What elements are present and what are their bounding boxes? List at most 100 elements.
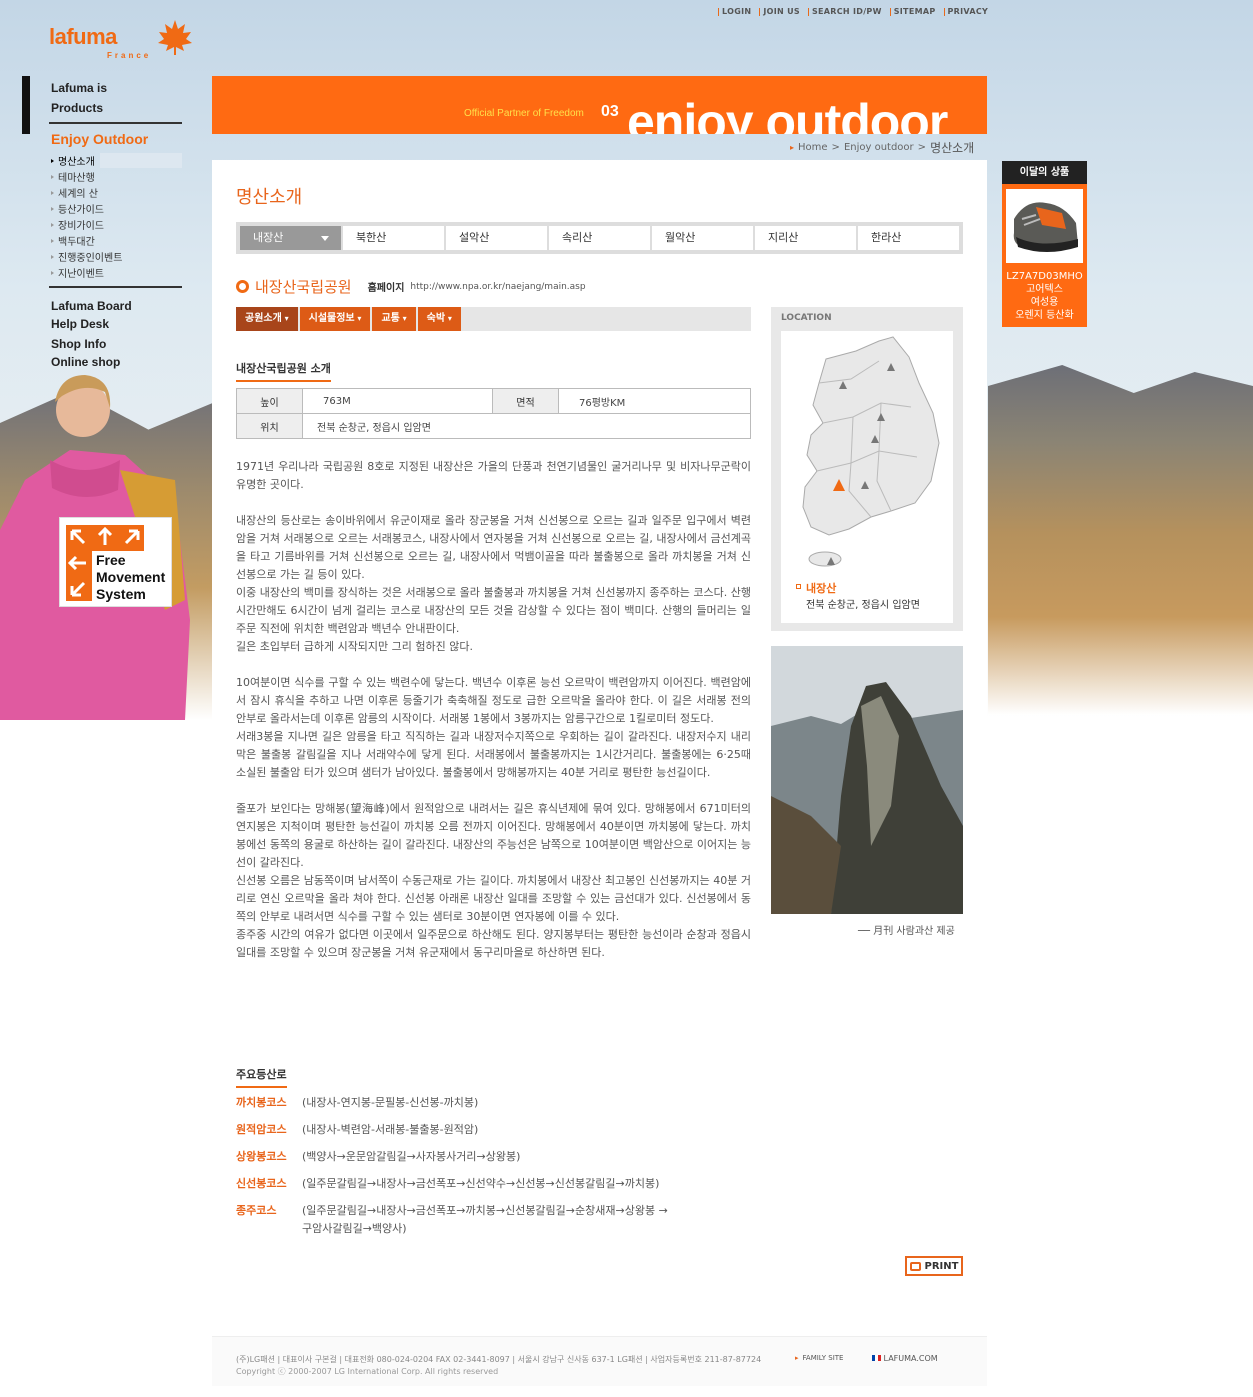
fms-line: Movement — [96, 569, 166, 585]
sitemap-link[interactable]: SITEMAP — [890, 7, 936, 16]
location-address: 전북 순창군, 정읍시 입암면 — [806, 600, 920, 611]
park-name: 내장산국립공원 — [255, 278, 352, 296]
bullet-icon — [51, 158, 54, 163]
paragraph: 10여분이면 식수를 구할 수 있는 백련수에 닿는다. 백년수 이후론 능선 … — [236, 676, 751, 779]
route-name: 신선봉코스 — [236, 1177, 287, 1190]
subnav-label: 테마산행 — [58, 173, 95, 184]
circle-bullet-icon — [236, 280, 249, 293]
search-id-link[interactable]: SEARCH ID/PW — [808, 7, 882, 16]
top-utility-nav: LOGIN JOIN US SEARCH ID/PW SITEMAP PRIVA… — [718, 7, 988, 16]
footer: (주)LG패션 | 대표이사 구본걸 | 대표전화 080-024-0204 F… — [212, 1336, 987, 1386]
route-path: (내장사-벽련암-서래봉-불출봉-원적암) — [302, 1123, 479, 1136]
arrow-icon: ▸ — [795, 1354, 799, 1362]
caption-text: 月刊 사람과산 제공 — [873, 926, 955, 937]
area-value: 76평방KM — [558, 388, 751, 414]
subnav-world-mountains[interactable]: 세계의 산 — [51, 185, 182, 200]
tab-seoraksan[interactable]: 설악산 — [446, 226, 547, 250]
month-code: LZ7A7D03MHO — [1006, 271, 1083, 282]
breadcrumb-sep: > — [831, 142, 840, 153]
subnav-theme-hiking[interactable]: 테마산행 — [51, 169, 182, 184]
tab-jirisan[interactable]: 지리산 — [755, 226, 856, 250]
breadcrumb-arrow-icon: ▸ — [790, 143, 795, 152]
nav-shop-info[interactable]: Shop Info — [51, 337, 106, 351]
subtab-park-intro[interactable]: 공원소개 — [236, 307, 298, 331]
print-button[interactable]: PRINT — [905, 1256, 963, 1276]
breadcrumb-sep: > — [917, 142, 927, 153]
nav-lafuma-board[interactable]: Lafuma Board — [51, 299, 132, 313]
tab-bukhansan[interactable]: 북한산 — [343, 226, 444, 250]
location-name: 내장산 — [806, 582, 837, 595]
route-name: 종주코스 — [236, 1204, 277, 1217]
subnav-gear-guide[interactable]: 장비가이드 — [51, 217, 182, 232]
location-marker-icon — [796, 584, 801, 589]
route-path: (백양사→운문암갈림길→사자봉사거리→상왕봉) — [302, 1150, 521, 1163]
subnav-label: 등산가이드 — [58, 205, 104, 216]
french-flag-icon — [872, 1355, 881, 1361]
breadcrumb-enjoy[interactable]: Enjoy outdoor — [844, 142, 914, 153]
mountain-ridge-photo — [771, 646, 963, 914]
month-line: 고어텍스 — [1026, 284, 1063, 295]
subtab-lodging[interactable]: 숙박 — [417, 307, 461, 331]
subnav-label: 진행중인이벤트 — [58, 253, 123, 264]
homepage-label: 홈페이지 — [367, 283, 405, 294]
homepage-link[interactable]: http://www.npa.or.kr/naejang/main.asp — [410, 282, 585, 292]
tab-naejangsan[interactable]: 내장산 — [240, 226, 341, 250]
route-list: 까치봉코스 (내장사-연지봉-문필봉-신선봉-까치봉) 원적암코스 (내장사-벽련암… — [236, 1094, 751, 1247]
route-item: 종주코스 (일주문갈림길→내장사→금선폭포→까치봉→신선봉갈림길→순창새재→상왕봉… — [236, 1202, 751, 1238]
banner-number: 03 — [601, 103, 619, 120]
product-of-month[interactable]: 이달의 상품 LZ7A7D03MHO 고어텍스 여성용 오렌지 등산화 — [1002, 161, 1087, 327]
nav-lafuma-is[interactable]: Lafuma is — [51, 81, 107, 95]
tab-woraksan[interactable]: 월악산 — [652, 226, 753, 250]
bullet-icon — [51, 190, 54, 195]
nav-help-desk[interactable]: Help Desk — [51, 317, 109, 331]
banner-tagline: Official Partner of Freedom — [464, 108, 584, 119]
breadcrumb-home[interactable]: Home — [798, 142, 828, 153]
height-value: 763M — [302, 388, 493, 414]
left-nav-marker — [22, 76, 30, 134]
korea-map — [802, 336, 940, 567]
route-item: 상왕봉코스 (백양사→운문암갈림길→사자봉사거리→상왕봉) — [236, 1148, 751, 1166]
subnav-baekdudaegan[interactable]: 백두대간 — [51, 233, 182, 248]
route-path: (일주문갈림길→내장사→금선폭포→까치봉→신선봉갈림길→순창새재→상왕봉 → 구… — [302, 1204, 668, 1235]
subnav-past-events[interactable]: 지난이벤트 — [51, 265, 182, 280]
park-header: 내장산국립공원 홈페이지 http://www.npa.or.kr/naejan… — [236, 276, 586, 297]
lafuma-com-link[interactable]: LAFUMA.COM — [872, 1354, 938, 1363]
family-site-label: FAMILY SITE — [802, 1354, 844, 1362]
subnav-current-events[interactable]: 진행중인이벤트 — [51, 249, 182, 264]
breadcrumb-current: 명산소개 — [930, 141, 975, 155]
park-description: 1971년 우리나라 국립공원 8호로 지정된 내장산은 가을의 단풍과 천연기… — [236, 458, 751, 980]
subnav-label: 명산소개 — [58, 157, 95, 168]
park-subtabs: 공원소개 시설물정보 교통 숙박 — [236, 307, 751, 331]
nav-online-shop[interactable]: Online shop — [51, 355, 120, 369]
park-info-table: 높이 763M 면적 76평방KM 위치 전북 순창군, 정읍시 입암면 — [236, 388, 751, 439]
paragraph: 줄포가 보인다는 망해봉(望海峰)에서 원적암으로 내려서는 길은 휴식년제에 … — [236, 802, 751, 959]
mountain-tabs: 내장산 북한산 설악산 속리산 월악산 지리산 한라산 — [236, 222, 963, 254]
location-value: 전북 순창군, 정읍시 입암면 — [302, 413, 751, 439]
tab-songnisan[interactable]: 속리산 — [549, 226, 650, 250]
login-link[interactable]: LOGIN — [718, 7, 751, 16]
join-link[interactable]: JOIN US — [759, 7, 800, 16]
nav-enjoy-outdoor[interactable]: Enjoy Outdoor — [51, 131, 148, 147]
nav-products[interactable]: Products — [51, 101, 103, 115]
print-label: PRINT — [924, 1260, 959, 1272]
location-heading: LOCATION — [781, 313, 832, 323]
route-item: 원적암코스 (내장사-벽련암-서래봉-불출봉-원적암) — [236, 1121, 751, 1139]
bullet-icon — [51, 222, 54, 227]
subtab-facilities[interactable]: 시설물정보 — [299, 307, 371, 331]
routes-heading: 주요등산로 — [236, 1066, 287, 1088]
route-item: 신선봉코스 (일주문갈림길→내장사→금선폭포→신선약수→신선봉→신선봉갈림길→까치… — [236, 1175, 751, 1193]
logo-sub: France — [107, 51, 152, 60]
lafuma-logo[interactable]: lafuma France — [49, 18, 199, 63]
breadcrumb: ▸ Home > Enjoy outdoor > 명산소개 — [790, 139, 974, 156]
subnav-hiking-guide[interactable]: 등산가이드 — [51, 201, 182, 216]
privacy-link[interactable]: PRIVACY — [944, 7, 989, 16]
height-label: 높이 — [236, 388, 303, 414]
family-site-link[interactable]: ▸ FAMILY SITE — [795, 1354, 843, 1362]
hiking-shoe-image — [1006, 189, 1083, 263]
bullet-icon — [51, 174, 54, 179]
route-path: (일주문갈림길→내장사→금선폭포→신선약수→신선봉→신선봉갈림길→까치봉) — [302, 1177, 660, 1190]
subnav-label: 백두대간 — [58, 237, 95, 248]
tab-hallasan[interactable]: 한라산 — [858, 226, 959, 250]
subnav-famous-mountains[interactable]: 명산소개 — [51, 153, 182, 168]
subtab-transport[interactable]: 교통 — [372, 307, 416, 331]
